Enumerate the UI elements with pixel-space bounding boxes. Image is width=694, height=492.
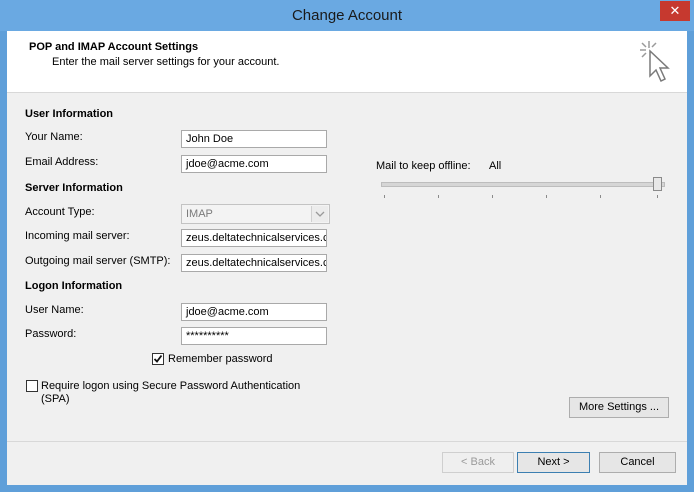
slider-tick [438,195,439,198]
mail-offline-slider-thumb[interactable] [653,177,662,191]
user-information-heading: User Information [25,108,114,120]
cursor-click-icon [640,41,670,83]
outgoing-server-input[interactable]: zeus.deltatechnicalservices.c [181,254,327,272]
incoming-server-input[interactable]: zeus.deltatechnicalservices.c [181,229,327,247]
more-settings-button[interactable]: More Settings ... [569,397,669,418]
remember-password-checkbox[interactable] [152,353,164,365]
incoming-server-label: Incoming mail server: [25,230,130,242]
checkmark-icon [153,354,163,363]
spa-checkbox[interactable] [26,380,38,392]
slider-tick [600,195,601,198]
your-name-label: Your Name: [25,131,83,143]
remember-password-label: Remember password [168,353,273,365]
chevron-down-icon [311,206,328,222]
mail-offline-label: Mail to keep offline: [376,160,471,172]
cancel-button[interactable]: Cancel [599,452,676,473]
spa-label-line2: (SPA) [41,393,70,405]
server-information-heading: Server Information [25,182,123,194]
header-subtitle: Enter the mail server settings for your … [52,56,280,68]
back-button[interactable]: < Back [442,452,514,473]
footer-divider [7,441,687,442]
mail-offline-slider-track[interactable] [381,182,665,187]
window-title: Change Account [291,7,403,24]
logon-information-heading: Logon Information [25,280,123,292]
outgoing-server-label: Outgoing mail server (SMTP): [25,255,171,267]
user-name-input[interactable]: jdoe@acme.com [181,303,327,321]
email-address-input[interactable]: jdoe@acme.com [181,155,327,173]
header-title: POP and IMAP Account Settings [29,41,199,53]
email-address-label: Email Address: [25,156,99,168]
dialog-header: POP and IMAP Account Settings Enter the … [7,31,687,93]
password-label: Password: [25,328,77,340]
account-type-label: Account Type: [25,206,95,218]
password-input[interactable]: ********** [181,327,327,345]
slider-tick [492,195,493,198]
mail-offline-value: All [489,160,502,172]
account-type-select[interactable]: IMAP [181,204,330,224]
close-icon: ✕ [669,3,681,18]
slider-tick [657,195,658,198]
spa-label-line1: Require logon using Secure Password Auth… [41,380,301,392]
title-bar[interactable]: Change Account ✕ [0,0,694,31]
change-account-window: Change Account ✕ POP and IMAP Account Se… [0,0,694,492]
next-button[interactable]: Next > [517,452,590,473]
your-name-input[interactable]: John Doe [181,130,327,148]
account-type-value: IMAP [186,208,213,220]
user-name-label: User Name: [25,304,84,316]
slider-tick [546,195,547,198]
close-button[interactable]: ✕ [660,1,690,21]
dialog-body: POP and IMAP Account Settings Enter the … [7,31,687,485]
slider-tick [384,195,385,198]
